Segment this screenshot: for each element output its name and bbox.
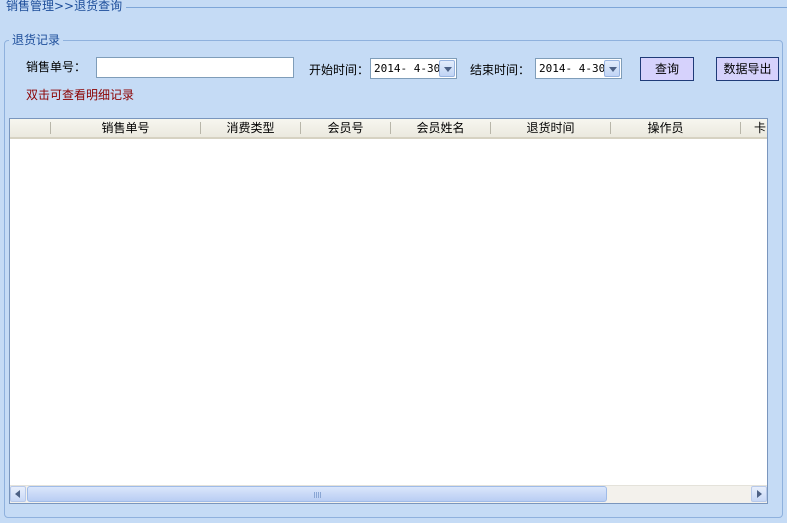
start-date-picker[interactable]: 2014- 4-30	[370, 58, 457, 79]
end-date-value: 2014- 4-30	[539, 62, 606, 75]
column-header-card[interactable]: 卡	[754, 119, 767, 137]
double-click-hint: 双击可查看明细记录	[26, 88, 135, 102]
column-header-consumption-type[interactable]: 消费类型	[201, 119, 300, 137]
horizontal-scrollbar[interactable]	[10, 485, 767, 503]
order-number-label: 销售单号：	[26, 60, 87, 74]
grip-icon	[314, 492, 322, 498]
order-number-input[interactable]	[96, 57, 294, 78]
chevron-left-icon[interactable]	[10, 486, 26, 502]
column-header-return-time[interactable]: 退货时间	[491, 119, 610, 137]
breadcrumb: 销售管理>>退货查询	[3, 0, 127, 14]
table-header: 销售单号 消费类型 会员号 会员姓名 退货时间 操作员 卡	[10, 119, 767, 139]
column-header-member-name[interactable]: 会员姓名	[391, 119, 490, 137]
column-header-member-id[interactable]: 会员号	[301, 119, 390, 137]
end-date-picker[interactable]: 2014- 4-30	[535, 58, 622, 79]
column-header-operator[interactable]: 操作员	[611, 119, 720, 137]
returns-table[interactable]: 销售单号 消费类型 会员号 会员姓名 退货时间 操作员 卡	[9, 118, 768, 504]
start-time-label: 开始时间：	[309, 63, 370, 77]
group-title: 退货记录	[9, 32, 64, 48]
chevron-down-icon[interactable]	[604, 60, 620, 77]
query-button[interactable]: 查询	[640, 57, 694, 81]
chevron-right-icon[interactable]	[751, 486, 767, 502]
export-button[interactable]: 数据导出	[716, 57, 779, 81]
column-divider	[740, 122, 741, 134]
breadcrumb-rule	[118, 7, 787, 8]
chevron-down-icon[interactable]	[439, 60, 455, 77]
end-time-label: 结束时间：	[470, 63, 531, 77]
column-header-order-number[interactable]: 销售单号	[51, 119, 200, 137]
scrollbar-thumb[interactable]	[27, 486, 607, 502]
start-date-value: 2014- 4-30	[374, 62, 441, 75]
